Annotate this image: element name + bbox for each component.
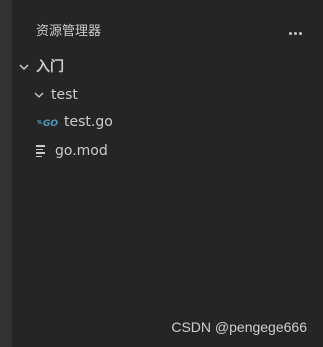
chevron-down-icon[interactable] [33,89,45,101]
file-label: go.mod [55,143,108,159]
tree-folder-row[interactable]: test [33,84,78,106]
tree-file-row[interactable]: GO test.go [36,111,113,133]
svg-text:GO: GO [43,119,58,128]
watermark-text: CSDN @pengege666 [171,319,307,335]
mod-file-icon [36,145,48,157]
file-label: test.go [64,114,113,130]
tree-root-row[interactable]: 入门 [18,56,64,78]
activity-bar-edge [0,0,12,347]
tree-file-row[interactable]: go.mod [36,140,108,162]
app-window: 资源管理器 入门 test GO test.go go.mod CSDN @pe… [0,0,323,347]
mod-icon-line [36,152,45,154]
mod-icon-line [36,145,45,147]
explorer-title: 资源管理器 [36,24,102,39]
go-file-icon: GO [36,116,58,128]
explorer-header: 资源管理器 [12,0,323,39]
more-actions-button[interactable] [286,24,304,42]
explorer-panel: 资源管理器 入门 test GO test.go go.mod [12,0,323,347]
root-folder-label: 入门 [36,59,64,75]
ellipsis-icon [288,31,292,35]
mod-icon-line [36,155,42,157]
mod-icon-line [36,148,43,150]
ellipsis-dot [298,31,302,35]
chevron-down-icon[interactable] [18,61,30,73]
ellipsis-dot [293,31,297,35]
folder-label: test [51,87,78,103]
